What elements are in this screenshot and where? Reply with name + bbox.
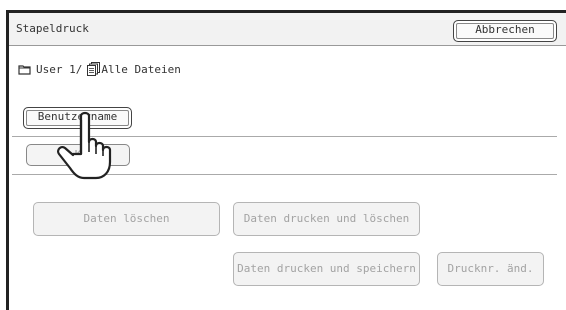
change-print-number-button[interactable]: Drucknr. änd. [437, 252, 544, 286]
page-title: Stapeldruck [16, 22, 89, 35]
breadcrumb-files[interactable]: Alle Dateien [101, 63, 180, 76]
breadcrumb: User 1/ Alle Dateien [18, 62, 181, 76]
folder-icon [18, 64, 31, 75]
delete-data-button[interactable]: Daten löschen [33, 202, 220, 236]
print-and-delete-button[interactable]: Daten drucken und löschen [233, 202, 420, 236]
hand-pointer-icon [57, 111, 112, 180]
breadcrumb-user[interactable]: User 1/ [36, 63, 82, 76]
files-icon [87, 62, 101, 76]
cancel-button[interactable]: Abbrechen [453, 20, 557, 42]
print-and-save-button[interactable]: Daten drucken und speichern [233, 252, 420, 286]
